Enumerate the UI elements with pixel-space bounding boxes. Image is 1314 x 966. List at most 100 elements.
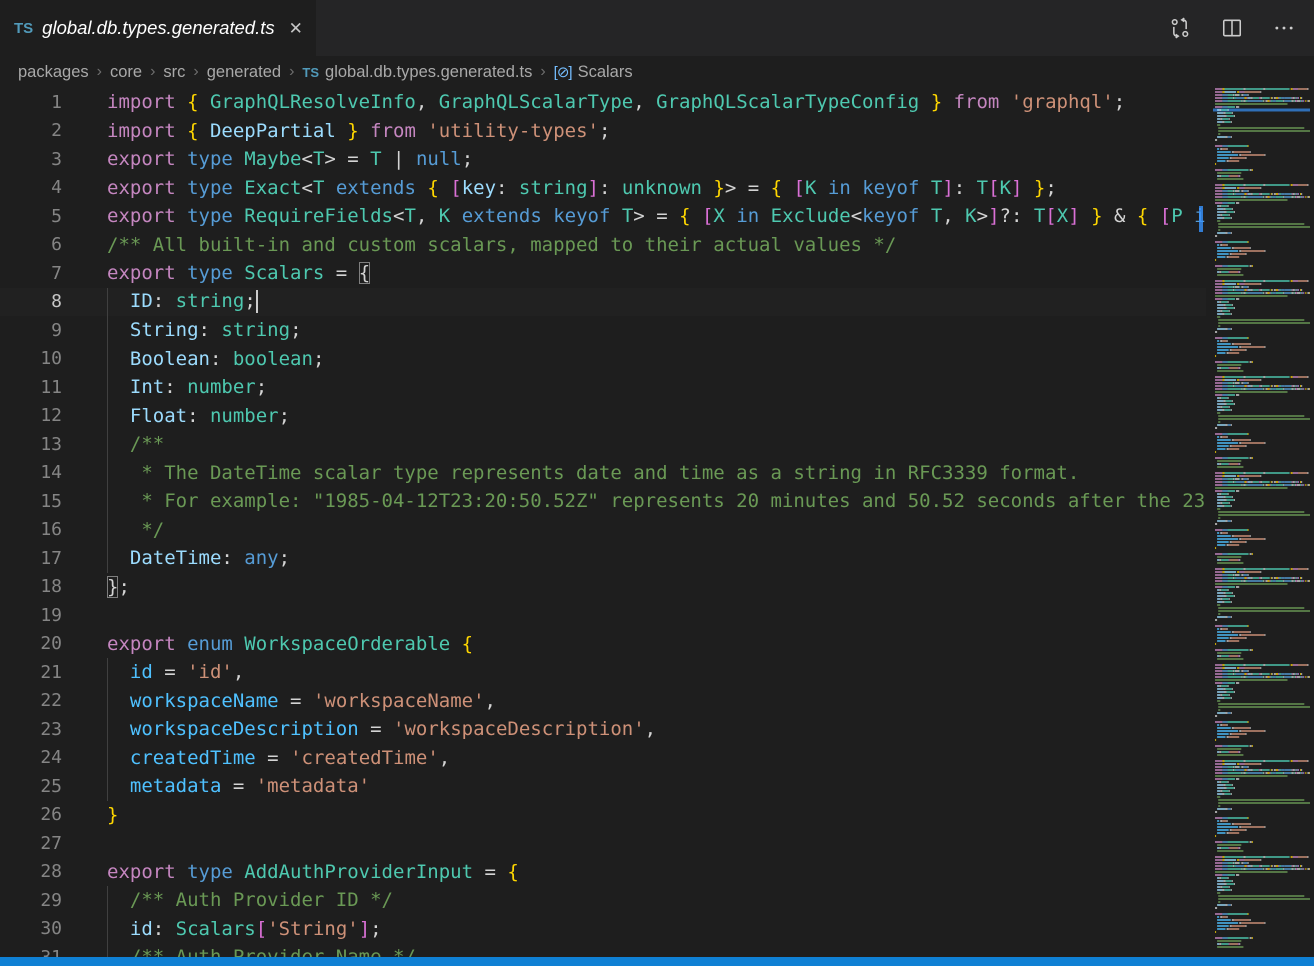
code-area[interactable]: 1import { GraphQLResolveInfo, GraphQLSca… [0, 88, 1206, 966]
code-token: : [221, 547, 244, 569]
code-text: import { GraphQLResolveInfo, GraphQLScal… [107, 91, 1125, 113]
line-number: 25 [0, 776, 62, 797]
breadcrumb: packages›core›src›generated›TSglobal.db.… [0, 56, 1314, 88]
line-number: 14 [0, 462, 62, 483]
breadcrumb-item-src[interactable]: src [163, 63, 185, 82]
line-number: 2 [0, 120, 62, 141]
code-token [107, 775, 130, 797]
code-line-27[interactable]: 27 [0, 829, 1206, 858]
code-token [107, 690, 130, 712]
code-text: workspaceName = 'workspaceName', [107, 690, 496, 712]
code-token: , [416, 91, 439, 113]
indent-guide [107, 402, 108, 431]
code-line-2[interactable]: 2import { DeepPartial } from 'utility-ty… [0, 117, 1206, 146]
editor-actions [1168, 0, 1314, 56]
code-token: < [851, 205, 862, 227]
code-line-14[interactable]: 14 * The DateTime scalar type represents… [0, 459, 1206, 488]
code-token: { [679, 205, 702, 227]
code-token [1080, 205, 1091, 227]
code-line-26[interactable]: 26} [0, 801, 1206, 830]
code-token [107, 405, 130, 427]
code-token [107, 661, 130, 683]
breadcrumb-item-generated[interactable]: generated [207, 63, 281, 82]
code-token: K [439, 205, 462, 227]
code-line-20[interactable]: 20export enum WorkspaceOrderable { [0, 630, 1206, 659]
code-token: ; [1114, 91, 1125, 113]
code-token [107, 376, 130, 398]
more-actions-button[interactable] [1272, 16, 1296, 40]
breadcrumb-item-scalars[interactable]: [⊘]Scalars [554, 63, 633, 82]
open-changes-button[interactable] [1168, 16, 1192, 40]
code-token: export [107, 177, 187, 199]
code-line-7[interactable]: 7export type Scalars = { [0, 259, 1206, 288]
code-text: /** [107, 433, 164, 455]
split-editor-icon [1221, 17, 1243, 39]
code-line-10[interactable]: 10 Boolean: boolean; [0, 345, 1206, 374]
code-line-25[interactable]: 25 metadata = 'metadata' [0, 772, 1206, 801]
code-line-24[interactable]: 24 createdTime = 'createdTime', [0, 744, 1206, 773]
code-token: { [187, 91, 210, 113]
code-line-4[interactable]: 4export type Exact<T extends { [key: str… [0, 174, 1206, 203]
code-line-29[interactable]: 29 /** Auth Provider ID */ [0, 886, 1206, 915]
code-token: * The DateTime scalar type represents da… [107, 462, 1079, 484]
code-token: { [462, 633, 473, 655]
code-token: ; [1045, 177, 1056, 199]
breadcrumb-separator: › [150, 63, 155, 81]
code-line-21[interactable]: 21 id = 'id', [0, 658, 1206, 687]
code-token: string [176, 290, 245, 312]
code-token: ; [244, 290, 255, 312]
code-line-12[interactable]: 12 Float: number; [0, 402, 1206, 431]
line-number: 8 [0, 291, 62, 312]
code-token: ] [588, 177, 599, 199]
code-line-18[interactable]: 18}; [0, 573, 1206, 602]
code-token: | [382, 148, 416, 170]
code-line-11[interactable]: 11 Int: number; [0, 373, 1206, 402]
line-number: 18 [0, 576, 62, 597]
code-line-30[interactable]: 30 id: Scalars['String']; [0, 915, 1206, 944]
code-line-22[interactable]: 22 workspaceName = 'workspaceName', [0, 687, 1206, 716]
code-token: export [107, 633, 187, 655]
code-line-3[interactable]: 3export type Maybe<T> = T | null; [0, 145, 1206, 174]
code-line-5[interactable]: 5export type RequireFields<T, K extends … [0, 202, 1206, 231]
tab-global-db-types[interactable]: TS global.db.types.generated.ts ✕ [0, 0, 316, 56]
code-line-19[interactable]: 19 [0, 601, 1206, 630]
breadcrumb-separator: › [193, 63, 198, 81]
code-token: : [210, 348, 233, 370]
typescript-file-icon: TS [14, 20, 33, 37]
breadcrumb-item-global-db-types-generated-ts[interactable]: TSglobal.db.types.generated.ts [302, 63, 532, 82]
typescript-file-icon: TS [302, 65, 319, 80]
code-token: workspaceDescription [130, 718, 359, 740]
code-token: T [1034, 205, 1045, 227]
code-token: T [313, 177, 336, 199]
indent-guide [107, 687, 108, 716]
editor-pane[interactable]: 1import { GraphQLResolveInfo, GraphQLSca… [0, 88, 1314, 966]
tab-close-icon[interactable]: ✕ [289, 20, 303, 37]
code-line-1[interactable]: 1import { GraphQLResolveInfo, GraphQLSca… [0, 88, 1206, 117]
code-token: = [473, 861, 507, 883]
code-line-15[interactable]: 15 * For example: "1985-04-12T23:20:50.5… [0, 487, 1206, 516]
code-token: in [736, 205, 770, 227]
line-number: 17 [0, 548, 62, 569]
code-line-23[interactable]: 23 workspaceDescription = 'workspaceDesc… [0, 715, 1206, 744]
breadcrumb-label: packages [18, 63, 89, 82]
code-token: Boolean [130, 348, 210, 370]
breadcrumb-item-packages[interactable]: packages [18, 63, 89, 82]
code-token: 'metadata' [256, 775, 370, 797]
minimap[interactable] [1213, 88, 1310, 958]
line-number: 10 [0, 348, 62, 369]
code-line-28[interactable]: 28export type AddAuthProviderInput = { [0, 858, 1206, 887]
code-line-9[interactable]: 9 String: string; [0, 316, 1206, 345]
code-line-8[interactable]: 8 ID: string; [0, 288, 1206, 317]
code-text: }; [107, 576, 130, 598]
line-number: 16 [0, 519, 62, 540]
code-line-6[interactable]: 6/** All built-in and custom scalars, ma… [0, 231, 1206, 260]
code-token: : [153, 918, 176, 940]
code-token: 'id' [187, 661, 233, 683]
code-text: export type AddAuthProviderInput = { [107, 861, 519, 883]
code-line-13[interactable]: 13 /** [0, 430, 1206, 459]
line-number: 11 [0, 377, 62, 398]
split-editor-button[interactable] [1220, 16, 1244, 40]
breadcrumb-item-core[interactable]: core [110, 63, 142, 82]
code-line-16[interactable]: 16 */ [0, 516, 1206, 545]
code-line-17[interactable]: 17 DateTime: any; [0, 544, 1206, 573]
